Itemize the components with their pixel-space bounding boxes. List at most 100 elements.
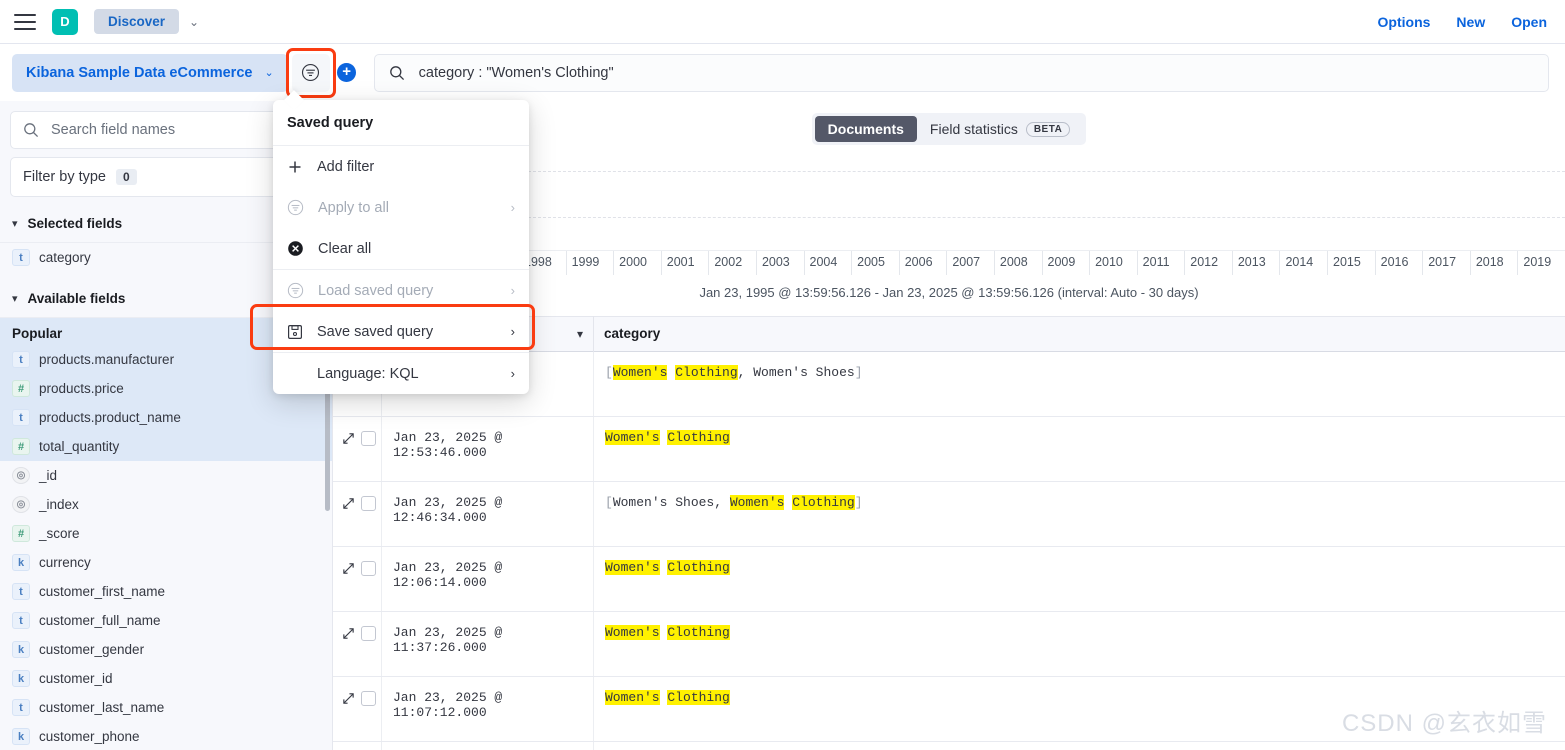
sidebar-field-customer-gender[interactable]: k customer_gender: [0, 635, 332, 664]
data-source-picker[interactable]: Kibana Sample Data eCommerce ⌄: [12, 53, 288, 92]
cell-category: Women's Clothing: [593, 417, 1565, 481]
popover-item-apply-to-all: Apply to all ›: [273, 187, 529, 228]
field-name: customer_full_name: [39, 613, 161, 628]
field-type-icon: t: [12, 583, 30, 600]
new-button[interactable]: New: [1456, 14, 1485, 30]
popover-item-load-saved-query: Load saved query ›: [273, 270, 529, 311]
search-input[interactable]: category : "Women's Clothing": [373, 53, 1549, 92]
chevron-down-icon[interactable]: ⌄: [189, 15, 199, 29]
field-search-placeholder: Search field names: [51, 122, 176, 138]
sidebar-field-customer-id[interactable]: k customer_id: [0, 664, 332, 693]
cell-category: [Women's Shoes, Women's Clothing]: [593, 482, 1565, 546]
plus-icon: [289, 161, 301, 172]
row-controls: [333, 677, 381, 706]
expand-icon[interactable]: [342, 432, 355, 445]
field-name: _score: [39, 526, 80, 541]
table-row[interactable]: Jan 23, 2025 @ 10:22:39.000[Women's Clot…: [333, 742, 1565, 750]
filter-icon: [287, 199, 304, 216]
x-axis-tick: 2011: [1136, 251, 1185, 275]
x-axis-tick: 2014: [1279, 251, 1327, 275]
x-axis-tick: 2013: [1231, 251, 1280, 275]
chevron-right-icon: ›: [510, 366, 515, 381]
sidebar-field-currency[interactable]: k currency: [0, 548, 332, 577]
tab-documents[interactable]: Documents: [814, 116, 917, 142]
field-type-icon: t: [12, 612, 30, 629]
table-row[interactable]: Jan 23, 2025 @ 11:07:12.000 Women's Cloth…: [333, 677, 1565, 742]
table-row[interactable]: Jan 23, 2025 @ 12:53:46.000 Women's Cloth…: [333, 417, 1565, 482]
tab-field-statistics[interactable]: Field statistics BETA: [917, 116, 1083, 142]
row-checkbox[interactable]: [361, 496, 376, 511]
table-header-category[interactable]: category: [593, 316, 1565, 352]
popover-item-label: Language: KQL: [317, 365, 419, 382]
row-checkbox[interactable]: [361, 626, 376, 641]
sidebar-field-customer-full-name[interactable]: t customer_full_name: [0, 606, 332, 635]
expand-icon[interactable]: [342, 562, 355, 575]
expand-icon[interactable]: [342, 497, 355, 510]
avatar[interactable]: D: [52, 8, 78, 35]
beta-badge: BETA: [1025, 121, 1071, 137]
global-header: D Discover ⌄ Options New Open: [0, 0, 1565, 44]
popover-item-label: Save saved query: [317, 323, 434, 340]
sidebar-field-customer-last-name[interactable]: t customer_last_name: [0, 693, 332, 722]
cell-time: Jan 23, 2025 @ 10:22:39.000: [381, 742, 593, 750]
field-name: customer_gender: [39, 642, 145, 657]
cell-category: Women's Clothing: [593, 677, 1565, 741]
x-axis-tick: 2007: [946, 251, 994, 275]
field-type-icon: k: [12, 670, 30, 687]
sidebar-field--score[interactable]: # _score: [0, 519, 332, 548]
expand-icon[interactable]: [342, 692, 355, 705]
popover-item-save-saved-query[interactable]: Save saved query ›: [250, 304, 535, 352]
cell-time: Jan 23, 2025 @ 12:06:14.000: [381, 547, 593, 611]
x-axis-tick: 2001: [660, 251, 709, 275]
sidebar-field-customer-phone[interactable]: k customer_phone: [0, 722, 332, 750]
kibana-discover-app: D Discover ⌄ Options New Open Kibana Sam…: [0, 0, 1565, 750]
sidebar-field--index[interactable]: ◎ _index: [0, 490, 332, 519]
row-controls: [333, 547, 381, 576]
field-type-icon: k: [12, 641, 30, 658]
field-type-icon: #: [12, 525, 30, 542]
row-checkbox[interactable]: [361, 561, 376, 576]
hamburger-icon[interactable]: [14, 13, 36, 30]
filter-button-wrapper: [285, 47, 336, 98]
sidebar-field-total-quantity[interactable]: # total_quantity: [0, 432, 332, 461]
cell-category: [Women's Clothing, Women's Shoes]: [593, 352, 1565, 416]
sidebar-field-customer-first-name[interactable]: t customer_first_name: [0, 577, 332, 606]
field-type-icon: t: [12, 409, 30, 426]
tab-field-statistics-label: Field statistics: [929, 121, 1018, 137]
field-name: customer_last_name: [39, 700, 165, 715]
x-axis-tick: 1999: [565, 251, 614, 275]
open-button[interactable]: Open: [1511, 14, 1547, 30]
add-filter-button[interactable]: +: [330, 54, 364, 92]
cell-time: Jan 23, 2025 @ 11:37:26.000: [381, 612, 593, 676]
cell-time: Jan 23, 2025 @ 12:53:46.000: [381, 417, 593, 481]
row-checkbox[interactable]: [361, 691, 376, 706]
breadcrumb[interactable]: Discover: [94, 9, 180, 34]
x-axis-tick: 2002: [708, 251, 756, 275]
view-tabs: Documents Field statistics BETA: [811, 113, 1087, 145]
sidebar-field-products-product-name[interactable]: t products.product_name: [0, 403, 332, 432]
filter-by-type-label: Filter by type: [23, 169, 106, 185]
table-row[interactable]: Jan 23, 2025 @ 11:37:26.000 Women's Cloth…: [333, 612, 1565, 677]
field-name: _id: [39, 468, 58, 483]
table-row[interactable]: Jan 23, 2025 @ 12:46:34.000 [Women's Shoe…: [333, 482, 1565, 547]
filter-icon-button[interactable]: [291, 53, 330, 92]
expand-icon[interactable]: [342, 627, 355, 640]
field-name: customer_id: [39, 671, 113, 686]
x-axis-tick: 2010: [1089, 251, 1137, 275]
popover-item-label: Clear all: [318, 240, 372, 257]
row-checkbox[interactable]: [361, 431, 376, 446]
sidebar-scrollbar[interactable]: [325, 381, 330, 511]
x-axis-tick: 2008: [993, 251, 1042, 275]
field-name: customer_phone: [39, 729, 140, 744]
field-name: products.product_name: [39, 410, 181, 425]
popover-item-add-filter[interactable]: Add filter: [273, 146, 529, 187]
popover-item-language-kql[interactable]: Language: KQL ›: [273, 353, 529, 394]
table-row[interactable]: Jan 23, 2025 @ 12:06:14.000 Women's Cloth…: [333, 547, 1565, 612]
x-axis-tick: 2018: [1469, 251, 1518, 275]
options-button[interactable]: Options: [1378, 14, 1431, 30]
x-axis-tick: 2019: [1517, 251, 1565, 275]
x-axis-tick: 2016: [1374, 251, 1423, 275]
sidebar-field--id[interactable]: ◎ _id: [0, 461, 332, 490]
popover-item-clear-all[interactable]: Clear all: [273, 228, 529, 269]
field-name: currency: [39, 555, 91, 570]
